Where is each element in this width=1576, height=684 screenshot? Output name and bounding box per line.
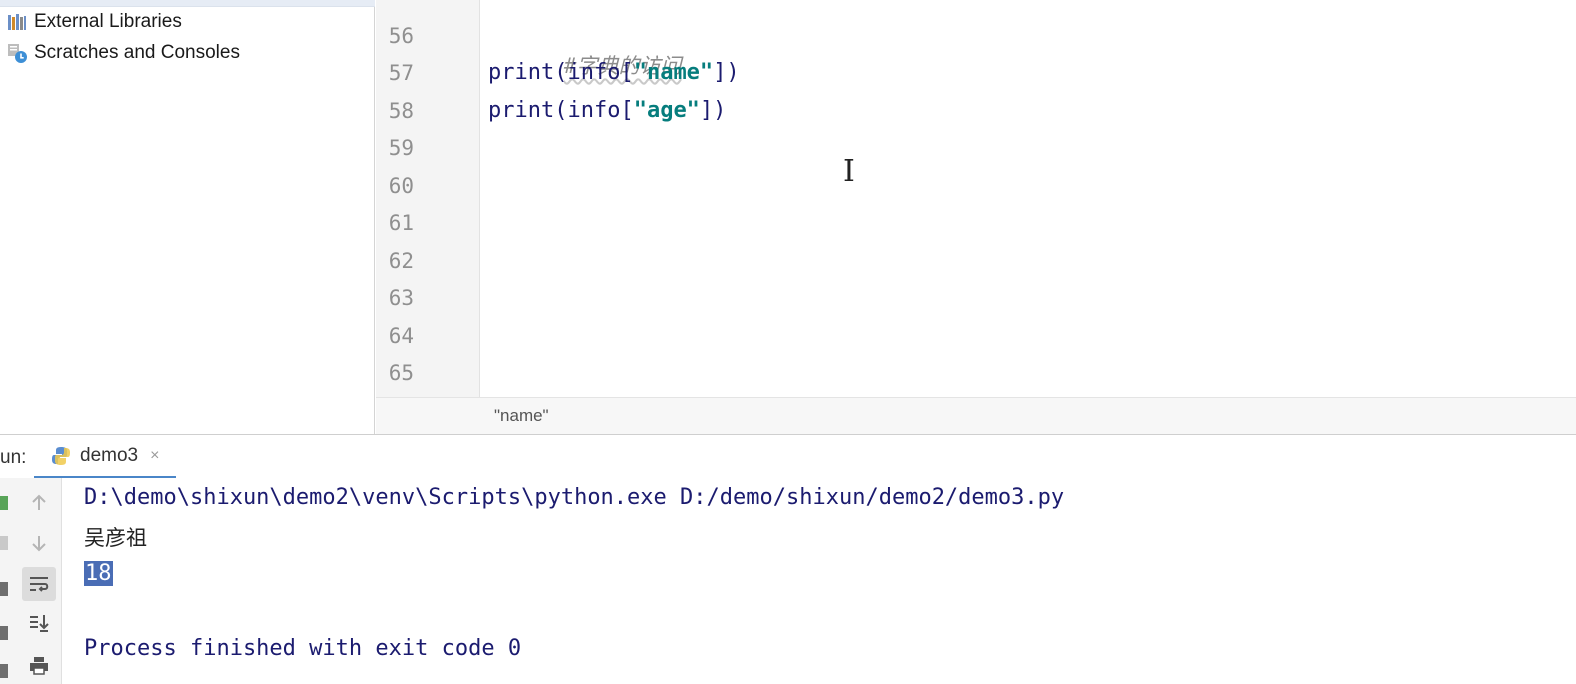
scroll-to-end-icon [30, 615, 49, 632]
code-token-call: print(info[ [488, 60, 634, 85]
line-number: 64 [388, 324, 414, 348]
console-exit-line[interactable]: Process finished with exit code 0 [84, 633, 521, 665]
code-line-57[interactable]: print(info["name"]) [488, 58, 740, 88]
soft-wrap-icon [30, 577, 49, 592]
scratches-icon [6, 42, 28, 64]
run-console-panel: D:\demo\shixun\demo2\venv\Scripts\python… [0, 478, 1576, 684]
soft-wrap-button[interactable] [22, 567, 56, 601]
line-number: 56 [388, 24, 414, 48]
console-command-line[interactable]: D:\demo\shixun\demo2\venv\Scripts\python… [84, 482, 1064, 514]
library-icon [6, 11, 28, 33]
settings-icon[interactable] [0, 664, 8, 678]
line-number: 57 [388, 61, 414, 85]
tree-item-label: External Libraries [34, 11, 182, 32]
line-number: 58 [388, 99, 414, 123]
project-sidebar: External Libraries Scratches and Console… [0, 0, 375, 434]
print-button[interactable] [22, 648, 56, 682]
scroll-to-end-button[interactable] [22, 606, 56, 640]
code-line-comment[interactable]: #字典的访问 [488, 21, 682, 78]
rerun-icon[interactable] [0, 496, 8, 510]
run-toolwindow-header: un: demo3 × [0, 434, 1576, 479]
run-label: un: [0, 447, 27, 468]
tree-item-label: Scratches and Consoles [34, 42, 240, 63]
line-number: 65 [388, 361, 414, 385]
arrow-up-icon [32, 494, 46, 510]
layout-icon[interactable] [0, 582, 8, 596]
tree-item-scratches-and-consoles[interactable]: Scratches and Consoles [6, 39, 240, 67]
code-token-string: "name" [633, 60, 714, 85]
print-icon [30, 657, 48, 675]
line-number: 63 [388, 286, 414, 310]
arrow-down-icon [32, 536, 46, 552]
line-number-gutter: 56 57 58 59 60 61 62 63 64 65 [376, 0, 480, 397]
line-number: 62 [388, 249, 414, 273]
text-cursor-icon: I [843, 154, 855, 189]
pin-icon[interactable] [0, 626, 8, 640]
code-token-string: "age" [633, 98, 700, 123]
tree-item-external-libraries[interactable]: External Libraries [6, 8, 182, 36]
breadcrumb-bar: "name" [376, 397, 1576, 434]
run-toolbar [0, 478, 62, 684]
line-number: 61 [388, 211, 414, 235]
selected-output[interactable]: 18 [84, 561, 113, 586]
breadcrumb[interactable]: "name" [494, 406, 549, 426]
code-token-call: print(info[ [488, 98, 634, 123]
tab-demo3[interactable]: demo3 × [34, 435, 176, 479]
stop-icon[interactable] [0, 536, 8, 550]
line-number: 60 [388, 174, 414, 198]
code-editor[interactable]: #字典的访问 print(info["name"]) print(info["a… [481, 0, 1576, 397]
console-output-line[interactable]: 吴彦祖 [84, 522, 147, 554]
code-line-58[interactable]: print(info["age"]) [488, 96, 726, 126]
ide-window: External Libraries Scratches and Console… [0, 0, 1576, 684]
scroll-up-button[interactable] [22, 486, 56, 520]
line-number: 59 [388, 136, 414, 160]
scroll-down-button[interactable] [22, 526, 56, 560]
project-tree-row-clipped[interactable] [0, 0, 375, 7]
code-token-close: ]) [713, 60, 740, 85]
python-icon [50, 445, 72, 467]
console-output-line[interactable]: 18 [84, 558, 113, 590]
close-icon[interactable]: × [150, 447, 159, 465]
tab-label: demo3 [80, 444, 139, 466]
code-token-close: ]) [699, 98, 727, 123]
